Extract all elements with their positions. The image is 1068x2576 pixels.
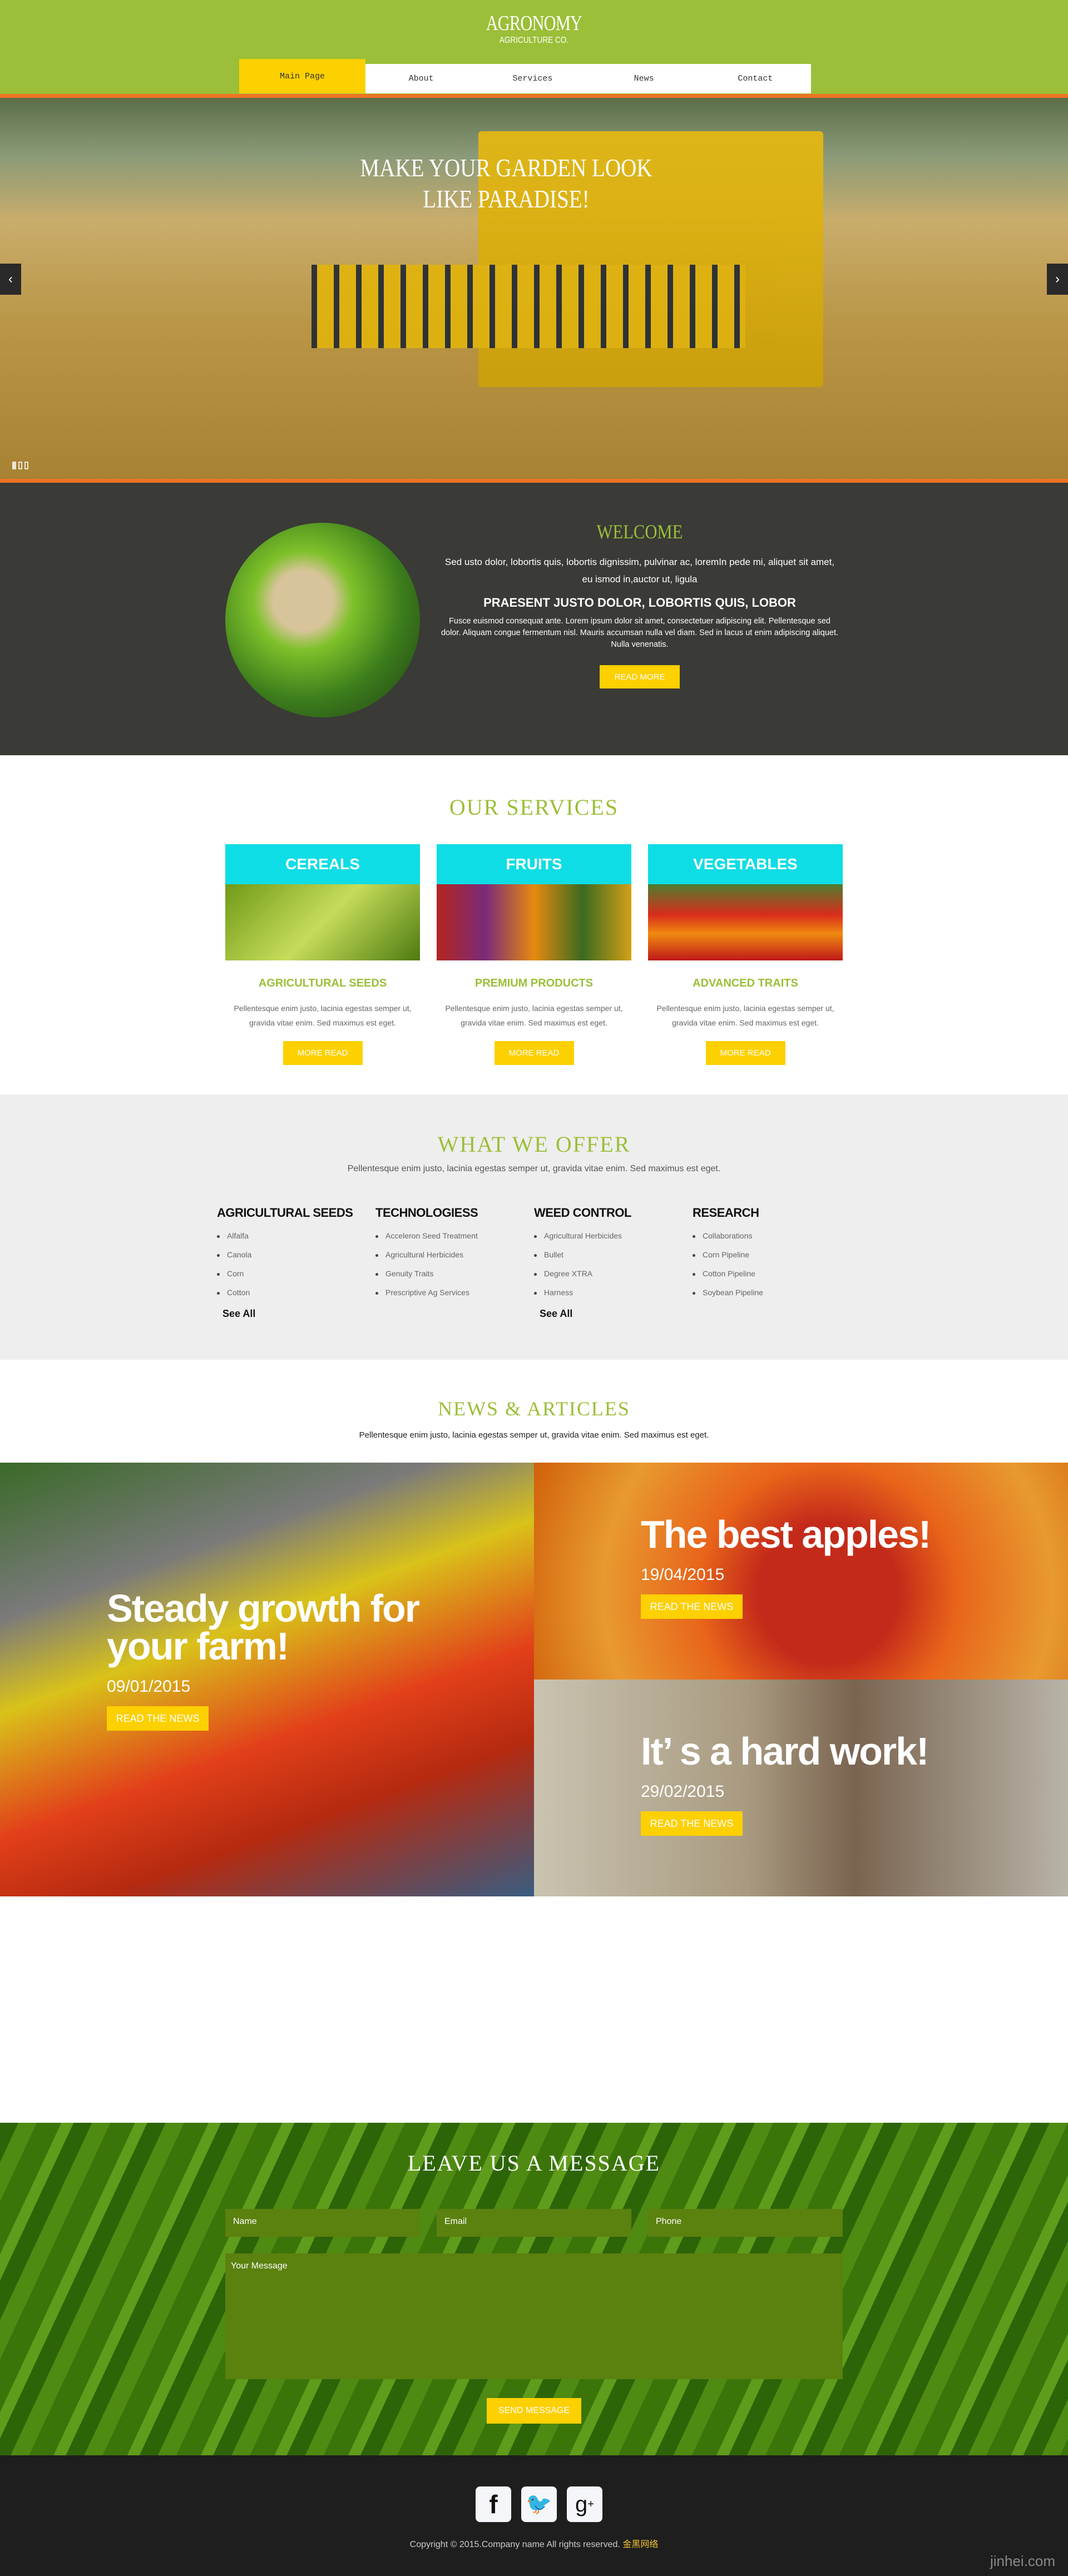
news-article-title[interactable]: Steady growth for your farm! <box>107 1589 441 1666</box>
offer-column: RESEARCH Collaborations Corn Pipeline Cott… <box>693 1206 848 1307</box>
list-item[interactable]: Cotton <box>217 1288 373 1307</box>
more-read-button[interactable]: MORE READ <box>705 1041 785 1065</box>
copyright-text: Copyright © 2015.Company name All rights… <box>409 2540 620 2549</box>
news-subtitle: Pellentesque enim justo, lacinia egestas… <box>359 1430 709 1440</box>
list-item[interactable]: Canola <box>217 1250 373 1269</box>
phone-input[interactable]: Phone <box>648 2209 843 2237</box>
more-read-button[interactable]: MORE READ <box>494 1041 574 1065</box>
news-article-title[interactable]: It’ s a hard work! <box>641 1732 1030 1771</box>
list-item[interactable]: Degree XTRA <box>534 1269 690 1288</box>
news-date: 29/02/2015 <box>641 1782 725 1801</box>
welcome-heading: PRAESENT JUSTO DOLOR, LOBORTIS QUIS, LOB… <box>483 596 796 610</box>
list-item[interactable]: Agricultural Herbicides <box>375 1250 531 1269</box>
list-item[interactable]: Harness <box>534 1288 690 1307</box>
slide-dot[interactable] <box>24 462 28 469</box>
send-message-button[interactable]: SEND MESSAGE <box>487 2398 581 2424</box>
list-item[interactable]: Agricultural Herbicides <box>534 1231 690 1250</box>
see-all-link[interactable]: See All <box>540 1308 690 1320</box>
column-heading: WEED CONTROL <box>534 1206 631 1220</box>
offer-subtitle: Pellentesque enim justo, lacinia egestas… <box>347 1164 721 1173</box>
list-item[interactable]: Prescriptive Ag Services <box>375 1288 531 1307</box>
more-read-button[interactable]: MORE READ <box>283 1041 363 1065</box>
news-card: It’ s a hard work! 29/02/2015 READ THE N… <box>534 1680 1068 1896</box>
nav-news[interactable]: News <box>589 64 700 93</box>
nav-about[interactable]: About <box>365 64 477 93</box>
offer-column: AGRICULTURAL SEEDS Alfalfa Canola Corn Cott… <box>217 1206 373 1320</box>
card-subtitle: AGRICULTURAL SEEDS <box>258 977 387 989</box>
chevron-right-icon[interactable]: › <box>1047 264 1068 295</box>
card-text: Pellentesque enim justo, lacinia egestas… <box>445 1004 623 1027</box>
news-date: 09/01/2015 <box>107 1677 191 1696</box>
welcome-intro: Sed usto dolor, lobortis quis, lobortis … <box>444 557 835 584</box>
nav-contact[interactable]: Contact <box>700 64 811 93</box>
cereals-image <box>225 884 420 960</box>
services-title: OUR SERVICES <box>449 795 619 820</box>
news-title: NEWS & ARTICLES <box>438 1398 630 1420</box>
list-item[interactable]: Corn <box>217 1269 373 1288</box>
google-plus-icon[interactable]: g + <box>567 2486 602 2522</box>
list-item[interactable]: Soybean Pipeline <box>693 1288 848 1307</box>
chevron-left-icon[interactable]: ‹ <box>0 264 21 295</box>
list-item[interactable]: Collaborations <box>693 1231 848 1250</box>
read-the-news-button[interactable]: READ THE NEWS <box>641 1594 743 1619</box>
divider <box>0 94 1068 98</box>
list-item[interactable]: Acceleron Seed Treatment <box>375 1231 531 1250</box>
welcome-text: WELCOME Sed usto dolor, lobortis quis, l… <box>439 520 840 688</box>
main-nav: Main Page About Services News Contact <box>239 59 811 93</box>
logo-title: AGRONOMY <box>486 12 582 35</box>
news-card: The best apples! 19/04/2015 READ THE NEW… <box>534 1463 1068 1680</box>
welcome-title: WELCOME <box>596 521 683 543</box>
hero-title: MAKE YOUR GARDEN LOOK LIKE PARADISE! <box>360 153 652 213</box>
service-card: CEREALS AGRICULTURAL SEEDS Pellentesque … <box>225 844 420 1065</box>
slide-dot[interactable] <box>12 462 16 469</box>
offer-column: WEED CONTROL Agricultural Herbicides Bull… <box>534 1206 690 1320</box>
contact-title: LEAVE US A MESSAGE <box>407 2151 661 2176</box>
news-card: Steady growth for your farm! 09/01/2015 … <box>0 1463 534 1896</box>
column-heading: TECHNOLOGIESS <box>375 1206 478 1220</box>
news-date: 19/04/2015 <box>641 1566 725 1584</box>
read-more-button[interactable]: READ MORE <box>600 665 680 688</box>
vegetables-image <box>648 884 843 960</box>
slide-dot[interactable] <box>18 462 22 469</box>
list-item[interactable]: Genuity Traits <box>375 1269 531 1288</box>
card-header: VEGETABLES <box>648 844 843 884</box>
read-the-news-button[interactable]: READ THE NEWS <box>107 1706 209 1731</box>
news-article-title[interactable]: The best apples! <box>641 1515 1030 1554</box>
offer-column: TECHNOLOGIESS Acceleron Seed Treatment Ag… <box>375 1206 531 1307</box>
column-heading: RESEARCH <box>693 1206 759 1220</box>
facebook-icon[interactable]: f <box>476 2486 511 2522</box>
card-text: Pellentesque enim justo, lacinia egestas… <box>234 1004 412 1027</box>
list-item[interactable]: Alfalfa <box>217 1231 373 1250</box>
message-textarea[interactable]: Your Message <box>225 2253 843 2379</box>
list-item[interactable]: Corn Pipeline <box>693 1250 848 1269</box>
nav-services[interactable]: Services <box>477 64 588 93</box>
watermark: jinhei.com <box>990 2553 1056 2569</box>
card-header: FRUITS <box>437 844 631 884</box>
copyright: Copyright © 2015.Company name All rights… <box>0 2537 1068 2550</box>
logo[interactable]: AGRONOMY AGRICULTURE CO. <box>0 11 1068 46</box>
service-card: VEGETABLES ADVANCED TRAITS Pellentesque … <box>648 844 843 1065</box>
offer-title: WHAT WE OFFER <box>437 1132 631 1157</box>
see-all-link[interactable]: See All <box>222 1308 373 1320</box>
fruits-image <box>437 884 631 960</box>
company-link[interactable]: 金黑网络 <box>622 2540 658 2549</box>
name-input[interactable]: Name <box>225 2209 420 2237</box>
card-subtitle: PREMIUM PRODUCTS <box>474 977 594 989</box>
rice-image <box>225 523 420 717</box>
logo-subtitle: AGRICULTURE CO. <box>499 36 569 45</box>
read-the-news-button[interactable]: READ THE NEWS <box>641 1811 743 1836</box>
slider-dots <box>12 462 28 469</box>
list-item[interactable]: Cotton Pipeline <box>693 1269 848 1288</box>
email-input[interactable]: Email <box>437 2209 631 2237</box>
twitter-icon[interactable]: 🐦 <box>521 2486 557 2522</box>
welcome-body: Fusce euismod consequat ante. Lorem ipsu… <box>441 617 839 649</box>
service-card: FRUITS PREMIUM PRODUCTS Pellentesque eni… <box>437 844 631 1065</box>
card-subtitle: ADVANCED TRAITS <box>693 977 798 989</box>
column-heading: AGRICULTURAL SEEDS <box>217 1206 353 1220</box>
card-header: CEREALS <box>225 844 420 884</box>
card-text: Pellentesque enim justo, lacinia egestas… <box>656 1004 834 1027</box>
list-item[interactable]: Bullet <box>534 1250 690 1269</box>
divider <box>0 479 1068 483</box>
nav-main-page[interactable]: Main Page <box>239 59 365 93</box>
